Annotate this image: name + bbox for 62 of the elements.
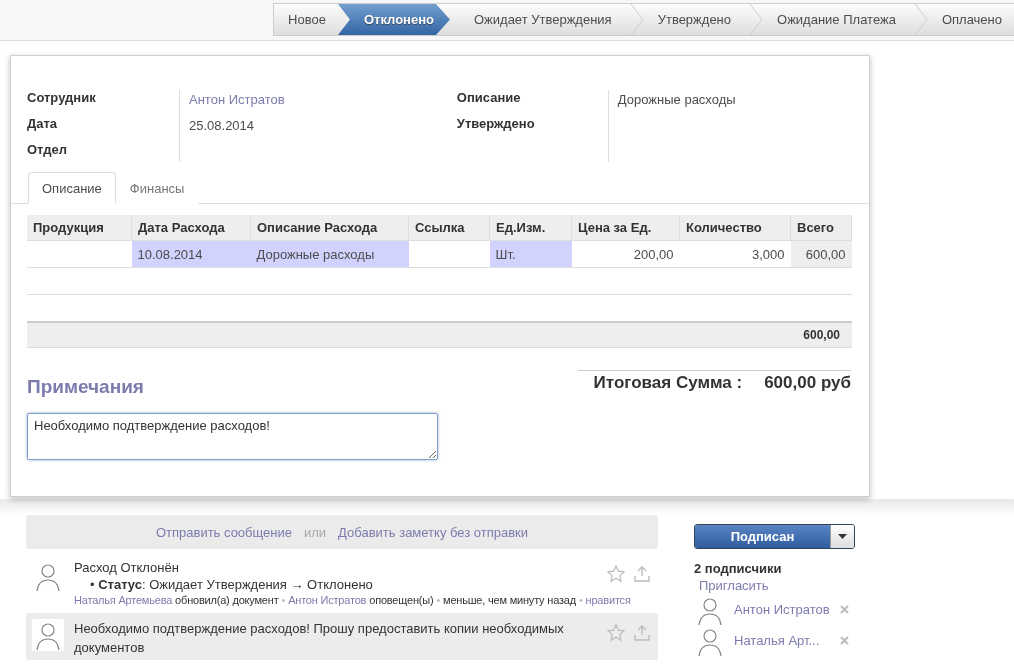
meta-separator: • bbox=[578, 594, 583, 606]
column-header: Всего bbox=[790, 215, 852, 241]
column-header: Продукция bbox=[27, 215, 132, 241]
column-header: Описание Расхода bbox=[250, 215, 409, 241]
meta-text: обновил(а) документ bbox=[175, 594, 279, 606]
field-label: Сотрудник bbox=[27, 90, 97, 106]
star-icon[interactable] bbox=[606, 623, 626, 643]
meta-text: оповещен(ы) bbox=[369, 594, 434, 606]
stage-button[interactable]: Отклонено bbox=[337, 4, 450, 35]
meta-separator: • bbox=[436, 594, 441, 606]
field-label: Описание bbox=[456, 90, 522, 106]
column-header: Количество bbox=[679, 215, 791, 241]
upload-icon[interactable] bbox=[632, 623, 652, 643]
column-header: Дата Расхода bbox=[131, 215, 251, 241]
field-label: Отдел bbox=[27, 142, 69, 158]
meta-text: меньше, чем минуту назад bbox=[443, 594, 576, 606]
table-cell: 3,000 bbox=[679, 240, 791, 268]
caret-icon bbox=[838, 534, 847, 539]
notes-field[interactable]: Необходимо подтверждение расходов! bbox=[27, 413, 438, 460]
notes-title: Примечания bbox=[27, 376, 145, 398]
field-label: Утверждено bbox=[456, 116, 536, 132]
follower-count: 2 подписчики bbox=[694, 561, 783, 576]
field-link[interactable]: Антон Истратов bbox=[189, 92, 285, 108]
stage-button[interactable]: Новое bbox=[274, 4, 338, 35]
meta-link[interactable]: Наталья Артемьева bbox=[74, 594, 173, 606]
or-text: или bbox=[304, 524, 327, 540]
message-title: Расход Отклонён bbox=[74, 560, 179, 575]
upload-icon[interactable] bbox=[632, 564, 652, 584]
column-header: Ед.Изм. bbox=[489, 215, 572, 241]
total-value: 600,00 руб bbox=[764, 373, 851, 393]
field-label: Дата bbox=[27, 116, 59, 132]
meta-link[interactable]: Антон Истратов bbox=[288, 594, 367, 606]
tab[interactable]: Описание bbox=[28, 172, 116, 204]
follow-button[interactable]: Подписан bbox=[695, 525, 830, 548]
send-message-link[interactable]: Отправить сообщение bbox=[155, 524, 292, 540]
message-text: Необходимо подтверждение расходов! Прошу предоставить копии необходимых документов bbox=[74, 620, 565, 657]
follower-name[interactable]: Наталья Арт... bbox=[734, 633, 832, 648]
star-icon[interactable] bbox=[606, 564, 626, 584]
stage-button[interactable]: Ожидание Платежа bbox=[763, 4, 908, 35]
table-cell: 10.08.2014 bbox=[131, 240, 251, 268]
status-change: • Статус: Ожидает Утверждения → Отклонено bbox=[89, 577, 373, 592]
avatar bbox=[32, 619, 64, 651]
table-cell: 200,00 bbox=[571, 240, 680, 268]
follower-name[interactable]: Антон Истратов bbox=[734, 602, 832, 617]
table-cell: Дорожные расходы bbox=[250, 240, 409, 268]
stage-button[interactable]: Оплачено bbox=[927, 4, 1014, 35]
table-cell: Шт. bbox=[489, 240, 572, 268]
stage-button[interactable]: Ожидает Утверждения bbox=[460, 4, 624, 35]
close-icon[interactable] bbox=[840, 605, 849, 614]
invite-link[interactable]: Пригласить bbox=[699, 578, 864, 593]
stage-button[interactable]: Утверждено bbox=[643, 4, 744, 35]
total-label: Итоговая Сумма : bbox=[592, 373, 743, 393]
meta-separator: • bbox=[281, 594, 286, 606]
column-header: Цена за Ед. bbox=[571, 215, 680, 241]
close-icon[interactable] bbox=[840, 636, 849, 645]
add-note-link[interactable]: Добавить заметку без отправки bbox=[338, 524, 529, 540]
column-header: Ссылка bbox=[408, 215, 490, 241]
footer-total: 600,00 bbox=[803, 328, 840, 342]
meta-link[interactable]: нравится bbox=[585, 594, 631, 606]
dropdown-button[interactable] bbox=[830, 525, 854, 548]
field-value: 25.08.2014 bbox=[189, 118, 256, 134]
field-value: Дорожные расходы bbox=[617, 92, 736, 108]
